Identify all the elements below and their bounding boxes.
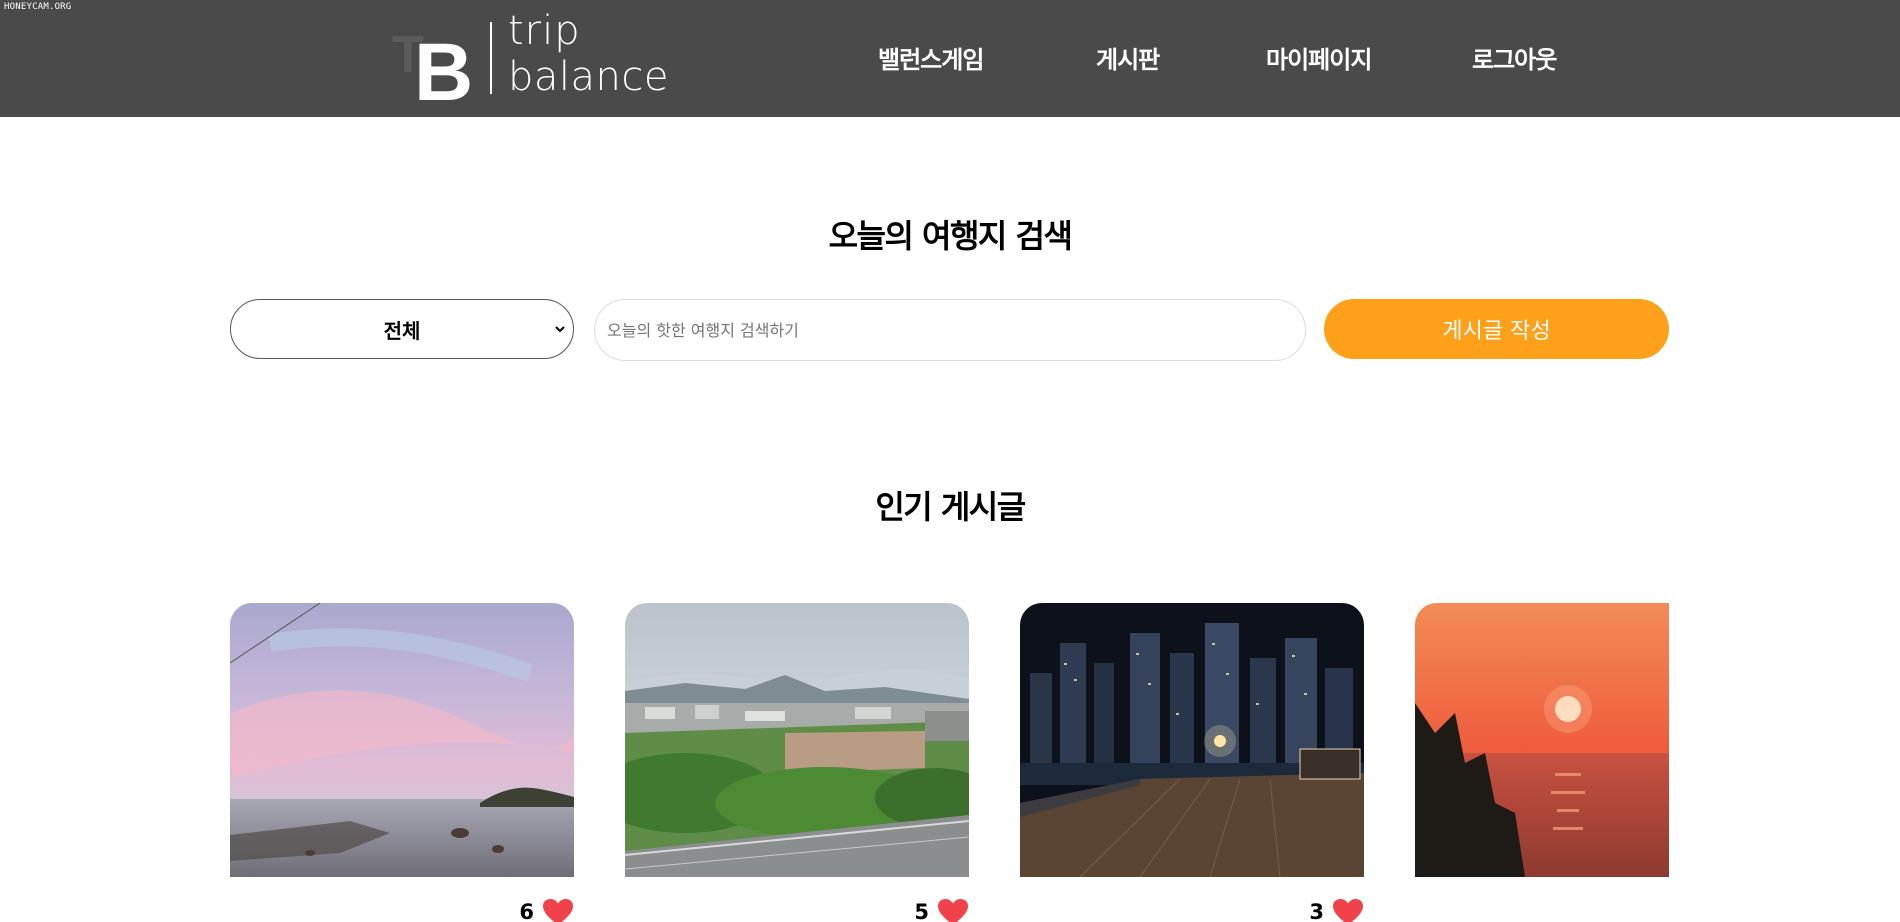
logo-text-trip: trip [508, 8, 581, 54]
nav-logout[interactable]: 로그아웃 [1472, 40, 1557, 75]
svg-text:B: B [414, 27, 473, 106]
popular-section-title: 인기 게시글 [875, 488, 1026, 526]
category-select-value: 전체 [383, 318, 421, 343]
site-header: T B trip balance 밸런스게임 게시판 마이페이지 로그아웃 [0, 0, 1900, 117]
heart-icon[interactable] [937, 898, 969, 922]
write-post-button[interactable]: 게시글 작성 [1324, 299, 1669, 359]
post-card[interactable]: 3 [1020, 603, 1364, 922]
nav-balance-game[interactable]: 밸런스게임 [878, 40, 984, 75]
heart-icon[interactable] [542, 898, 574, 922]
nav-mypage[interactable]: 마이페이지 [1266, 40, 1372, 75]
like-count: 5 [914, 900, 929, 922]
logo-text-balance: balance [508, 54, 669, 100]
like-count: 6 [519, 900, 534, 922]
post-photo[interactable] [230, 603, 574, 877]
post-card[interactable]: 6 [230, 603, 574, 922]
search-section-title: 오늘의 여행지 검색 [828, 217, 1073, 255]
like-count: 3 [1309, 900, 1324, 922]
post-likes: 5 [914, 897, 969, 922]
post-photo[interactable] [625, 603, 969, 877]
popular-posts-carousel: 6 5 3 [230, 603, 1669, 922]
chevron-down-icon [555, 326, 565, 333]
post-likes: 6 [519, 897, 574, 922]
post-card[interactable] [1415, 603, 1669, 922]
watermark-text: HONEYCAM.ORG [4, 2, 72, 12]
post-likes: 3 [1309, 897, 1364, 922]
heart-icon[interactable] [1332, 898, 1364, 922]
post-card[interactable]: 5 [625, 603, 969, 922]
post-photo[interactable] [1415, 603, 1669, 877]
category-select[interactable]: 전체 [230, 299, 574, 359]
nav-board[interactable]: 게시판 [1096, 40, 1160, 75]
post-photo[interactable] [1020, 603, 1364, 877]
trip-balance-logo[interactable]: T B trip balance [392, 8, 682, 106]
search-input[interactable] [594, 299, 1306, 361]
